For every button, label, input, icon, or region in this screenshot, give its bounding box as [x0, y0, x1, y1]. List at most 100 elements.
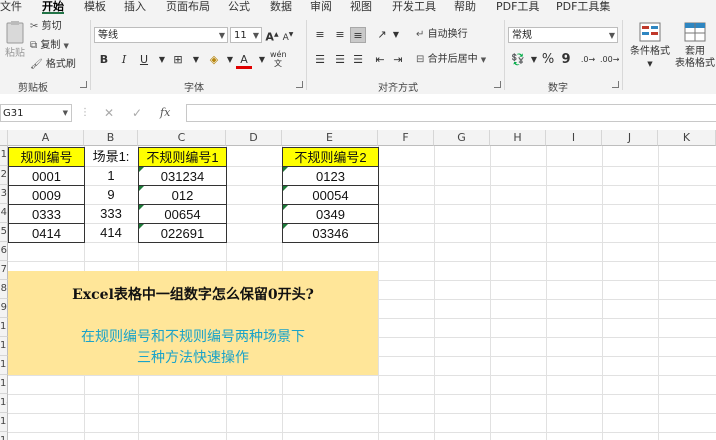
tab-file[interactable]: 文件: [0, 0, 22, 14]
tab-view[interactable]: 视图: [350, 0, 372, 14]
number-launcher-icon[interactable]: [612, 81, 619, 88]
percent-button[interactable]: %: [540, 52, 556, 68]
chevron-down-icon[interactable]: ▼: [254, 52, 270, 68]
font-size-select[interactable]: 11 ▼: [230, 27, 262, 43]
row-header[interactable]: 3: [0, 185, 8, 204]
copy-button[interactable]: ⧉ 复制 ▼: [30, 40, 69, 52]
font-launcher-icon[interactable]: [296, 81, 303, 88]
row-header[interactable]: 5: [0, 223, 8, 242]
confirm-icon[interactable]: ✓: [132, 104, 142, 122]
row-header[interactable]: 10: [0, 318, 8, 337]
cell-e5[interactable]: 03346: [282, 223, 379, 243]
row-header[interactable]: 11: [0, 337, 8, 356]
column-header[interactable]: B: [84, 130, 138, 146]
align-middle-icon[interactable]: ≡: [332, 27, 348, 43]
tab-help[interactable]: 帮助: [454, 0, 476, 14]
row-header[interactable]: 16: [0, 432, 8, 440]
row-header[interactable]: 15: [0, 413, 8, 432]
wrap-text-button[interactable]: ↵ 自动换行: [416, 29, 468, 41]
decrease-indent-icon[interactable]: ⇤: [372, 52, 388, 68]
row-header[interactable]: 14: [0, 394, 8, 413]
column-header[interactable]: D: [226, 130, 282, 146]
row-header[interactable]: 9: [0, 299, 8, 318]
column-header[interactable]: H: [490, 130, 546, 146]
underline-button[interactable]: U: [136, 52, 152, 68]
row-header[interactable]: 1: [0, 146, 8, 166]
column-header[interactable]: J: [602, 130, 658, 146]
conditional-format-button[interactable]: 条件格式 ▼: [630, 22, 670, 70]
row-header[interactable]: 12: [0, 356, 8, 375]
increase-indent-icon[interactable]: ⇥: [390, 52, 406, 68]
fill-color-icon[interactable]: ◈: [206, 52, 222, 68]
increase-decimal-icon[interactable]: .0→: [580, 52, 596, 68]
grow-font-button[interactable]: A▲: [264, 27, 280, 44]
row-header[interactable]: 6: [0, 242, 8, 261]
clipboard-launcher-icon[interactable]: [80, 81, 87, 88]
fx-icon[interactable]: fx: [160, 104, 170, 122]
tab-pdf-tools[interactable]: PDF工具: [496, 0, 539, 14]
tab-review[interactable]: 审阅: [310, 0, 332, 14]
cell-a2[interactable]: 0001: [8, 166, 85, 186]
font-name-select[interactable]: 等线 ▼: [94, 27, 228, 43]
currency-icon[interactable]: 💱: [510, 52, 526, 68]
cell-c2[interactable]: 031234: [138, 166, 227, 186]
cell-b1[interactable]: 场景1:: [84, 147, 138, 167]
cell-a5[interactable]: 0414: [8, 223, 85, 243]
align-top-icon[interactable]: ≡: [312, 27, 328, 43]
row-header[interactable]: 2: [0, 166, 8, 185]
row-header[interactable]: 7: [0, 261, 8, 280]
tab-insert[interactable]: 插入: [124, 0, 146, 14]
cell-a4[interactable]: 0333: [8, 204, 85, 224]
cell-b3[interactable]: 9: [84, 185, 138, 204]
cell-a3[interactable]: 0009: [8, 185, 85, 205]
chevron-down-icon[interactable]: ▼: [188, 52, 204, 68]
cell-e1[interactable]: 不规则编号2: [282, 147, 379, 167]
select-all-corner[interactable]: [0, 130, 8, 146]
cell-e4[interactable]: 0349: [282, 204, 379, 224]
merge-center-button[interactable]: ⊟ 合并后居中 ▼: [416, 54, 486, 66]
number-format-select[interactable]: 常规 ▼: [508, 27, 618, 43]
alignment-launcher-icon[interactable]: [494, 81, 501, 88]
tab-pdf-toolset[interactable]: PDF工具集: [556, 0, 610, 14]
cell-b4[interactable]: 333: [84, 204, 138, 223]
borders-icon[interactable]: ⊞: [170, 52, 186, 68]
column-header[interactable]: G: [434, 130, 490, 146]
phonetic-button[interactable]: wén 文: [270, 50, 287, 68]
cut-button[interactable]: ✂ 剪切: [30, 21, 62, 33]
cell-b5[interactable]: 414: [84, 223, 138, 242]
chevron-down-icon[interactable]: ▼: [154, 52, 170, 68]
font-color-icon[interactable]: A: [236, 52, 252, 69]
align-center-icon[interactable]: ☰: [332, 52, 348, 68]
cell-a1[interactable]: 规则编号: [8, 147, 85, 167]
decrease-decimal-icon[interactable]: .00→: [600, 52, 619, 68]
formula-input[interactable]: [186, 104, 716, 122]
drag-handle-icon[interactable]: ⋮: [80, 104, 90, 122]
row-header[interactable]: 8: [0, 280, 8, 299]
chevron-down-icon[interactable]: ▼: [388, 27, 404, 43]
cell-e2[interactable]: 0123: [282, 166, 379, 186]
align-right-icon[interactable]: ☰: [350, 52, 366, 68]
tab-formulas[interactable]: 公式: [228, 0, 250, 14]
row-header[interactable]: 13: [0, 375, 8, 394]
italic-button[interactable]: I: [116, 52, 132, 68]
cell-c5[interactable]: 022691: [138, 223, 227, 243]
paste-button[interactable]: 粘贴: [2, 20, 28, 60]
cell-c3[interactable]: 012: [138, 185, 227, 205]
bold-button[interactable]: B: [96, 52, 112, 68]
format-as-table-button[interactable]: 套用 表格格式: [674, 22, 716, 70]
shrink-font-button[interactable]: A▼: [280, 27, 296, 43]
align-bottom-icon[interactable]: ≡: [350, 27, 366, 43]
align-left-icon[interactable]: ☰: [312, 52, 328, 68]
row-header[interactable]: 4: [0, 204, 8, 223]
column-header[interactable]: K: [658, 130, 716, 146]
column-header[interactable]: F: [378, 130, 434, 146]
format-painter-button[interactable]: 🖌 格式刷: [30, 59, 76, 71]
cell-c1[interactable]: 不规则编号1: [138, 147, 227, 167]
tab-developer[interactable]: 开发工具: [392, 0, 436, 14]
tab-page-layout[interactable]: 页面布局: [166, 0, 210, 14]
tab-template[interactable]: 模板: [84, 0, 106, 14]
column-header[interactable]: E: [282, 130, 378, 146]
cell-e3[interactable]: 00054: [282, 185, 379, 205]
cell-c4[interactable]: 00654: [138, 204, 227, 224]
cell-b2[interactable]: 1: [84, 166, 138, 185]
